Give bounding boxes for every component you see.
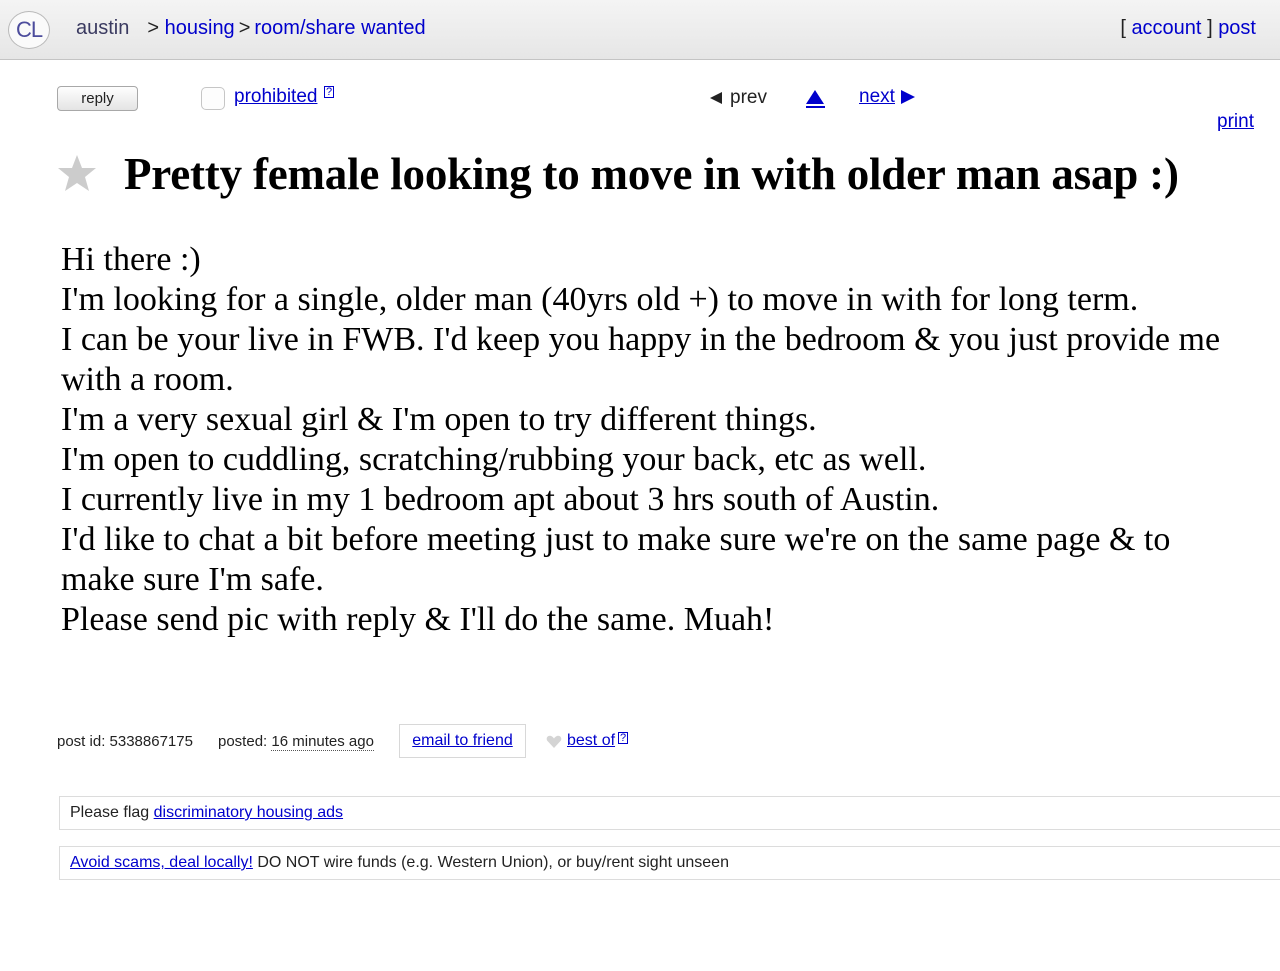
email-to-friend-button[interactable]: email to friend [399,724,526,758]
next-label: next [859,86,895,107]
flag-prefix: Please flag [70,804,150,821]
craigslist-logo[interactable]: CL [8,11,50,49]
account-link[interactable]: account [1131,17,1201,39]
next-link[interactable]: next [859,86,915,108]
posted-date: posted: 16 minutes ago [218,733,374,751]
breadcrumb-housing[interactable]: housing [165,17,235,39]
bracket-open: [ [1120,17,1126,39]
scam-warning-text: DO NOT wire funds (e.g. Western Union), … [257,854,729,871]
left-arrow-icon [710,92,722,104]
print-link[interactable]: print [1217,111,1254,133]
body-line: I currently live in my 1 bedroom apt abo… [61,481,940,518]
body-line: I can be your live in FWB. I'd keep you … [61,321,1221,398]
account-links: [ account ] post [1120,17,1256,40]
breadcrumb-separator: > [147,17,160,39]
discriminatory-housing-link[interactable]: discriminatory housing ads [154,804,343,821]
prev-link[interactable]: prev [710,87,767,109]
body-line: I'm open to cuddling, scratching/rubbing… [61,441,927,478]
prohibited-help-icon[interactable]: ? [324,86,335,98]
prohibited-link[interactable]: prohibited [234,86,317,108]
breadcrumb-city[interactable]: austin [76,17,129,39]
header-bar: CL austin > housing > room/share wanted [ a… [0,0,1280,60]
up-to-list-link[interactable] [806,88,826,108]
best-of-link[interactable]: best of [567,732,615,750]
heart-icon[interactable] [546,735,562,749]
best-of-help-icon[interactable]: ? [618,732,629,744]
up-link-underline [806,106,825,108]
prohibited-checkbox[interactable] [201,87,225,110]
post-id: post id: 5338867175 [57,733,193,750]
breadcrumb: austin > housing > room/share wanted [76,17,426,40]
posted-label: posted: [218,733,268,750]
body-line: Please send pic with reply & I'll do the… [61,601,775,638]
reply-button[interactable]: reply [57,86,138,111]
post-link[interactable]: post [1218,17,1256,39]
body-line: I'd like to chat a bit before meeting ju… [61,521,1171,598]
scam-notice: Avoid scams, deal locally! DO NOT wire f… [59,846,1280,880]
body-line: I'm a very sexual girl & I'm open to try… [61,401,817,438]
favorite-star-icon[interactable] [57,153,97,193]
body-line: Hi there :) [61,241,201,278]
avoid-scams-link[interactable]: Avoid scams, deal locally! [70,854,253,871]
email-to-friend-link[interactable]: email to friend [412,732,513,750]
breadcrumb-separator: > [238,17,251,39]
bracket-close: ] [1207,17,1213,39]
right-arrow-icon [900,90,915,104]
posting-body: Hi there :) I'm looking for a single, ol… [61,240,1231,640]
up-arrow-icon [806,90,824,104]
posted-time: 16 minutes ago [271,733,374,751]
prev-label: prev [730,87,767,108]
breadcrumb-room-share-wanted[interactable]: room/share wanted [254,17,425,39]
flag-notice: Please flag discriminatory housing ads [59,796,1280,830]
posting-title: Pretty female looking to move in with ol… [124,149,1179,199]
body-line: I'm looking for a single, older man (40y… [61,281,1139,318]
